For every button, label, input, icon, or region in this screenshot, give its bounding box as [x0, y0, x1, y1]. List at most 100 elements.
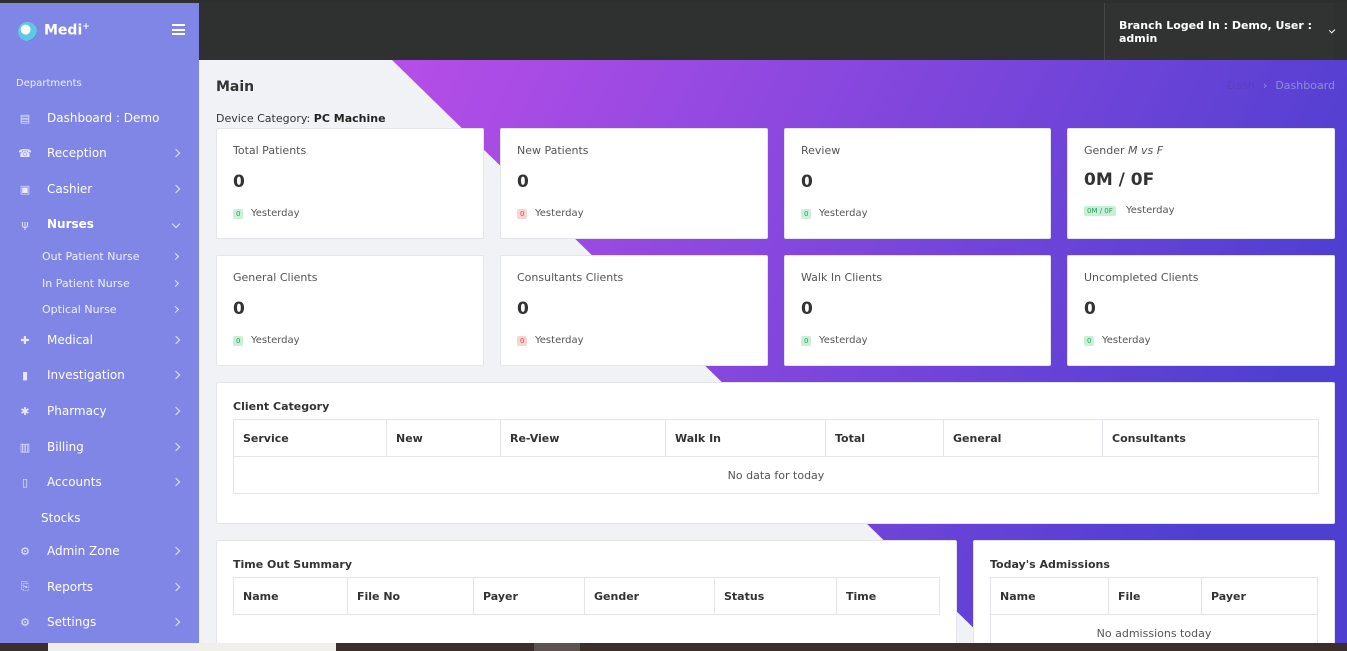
- sidebar-item-cashier[interactable]: ▣ Cashier: [0, 174, 199, 204]
- table-header-row: Name File Payer: [990, 577, 1318, 615]
- gear-icon: ⚙: [20, 544, 30, 558]
- sidebar-item-nurses[interactable]: ψ Nurses: [0, 209, 199, 239]
- sidebar-item-medical[interactable]: ✚ Medical: [0, 325, 199, 355]
- stat-card-gender: Gender M vs F 0M / 0F 0M / 0F Yesterday: [1067, 128, 1335, 239]
- cashier-icon: ▣: [19, 182, 31, 196]
- time-out-summary-title: Time Out Summary: [233, 558, 352, 571]
- column-header[interactable]: Walk In: [665, 419, 826, 457]
- top-bar: Branch Loged In : Demo, User : admin: [199, 3, 1347, 60]
- table-row: No admissions today: [990, 614, 1318, 643]
- breadcrumb-current: Dashboard: [1275, 79, 1335, 92]
- menu-toggle-icon[interactable]: [172, 24, 185, 35]
- client-category-title: Client Category: [233, 400, 330, 413]
- stat-badge: 0: [1084, 336, 1095, 346]
- sidebar: Medi+ Departments ▤ Dashboard : Demo ☎ R…: [0, 3, 199, 643]
- stat-card-walk-in-clients: Walk In Clients 0 0 Yesterday: [784, 255, 1051, 366]
- stat-value: 0: [1084, 299, 1096, 319]
- main-content: Main Dash › Dashboard Device Category: P…: [199, 60, 1347, 643]
- stat-card-total-patients: Total Patients 0 0 Yesterday: [216, 128, 484, 239]
- logo-bar: Medi+: [0, 3, 199, 60]
- breadcrumb: Dash › Dashboard: [1227, 79, 1335, 92]
- stat-card-consultants-clients: Consultants Clients 0 0 Yesterday: [500, 255, 768, 366]
- sidebar-item-stocks[interactable]: Stocks: [0, 503, 199, 533]
- chevron-right-icon: [171, 582, 181, 592]
- stat-card-uncompleted-clients: Uncompleted Clients 0 0 Yesterday: [1067, 255, 1335, 366]
- column-header[interactable]: File: [1108, 577, 1202, 615]
- column-header[interactable]: Service: [233, 419, 387, 457]
- chevron-right-icon: [171, 335, 181, 345]
- sidebar-subitem-out-patient-nurse[interactable]: Out Patient Nurse: [0, 245, 199, 267]
- stat-badge: 0: [517, 209, 528, 219]
- stat-value: 0: [517, 299, 529, 319]
- chevron-right-icon: [171, 279, 180, 287]
- stethoscope-icon: ψ: [21, 217, 29, 231]
- time-out-summary-table: Name File No Payer Gender Status Time: [233, 577, 940, 615]
- stat-badge: 0: [233, 209, 244, 219]
- chevron-down-icon: [1328, 26, 1336, 34]
- sidebar-item-admin-zone[interactable]: ⚙ Admin Zone: [0, 536, 199, 566]
- device-category: Device Category: PC Machine: [216, 112, 386, 125]
- todays-admissions-table: Name File Payer No admissions today: [990, 577, 1318, 643]
- sidebar-section-title: Departments: [16, 78, 82, 89]
- test-tube-icon: ▮: [21, 368, 29, 382]
- column-header[interactable]: New: [386, 419, 501, 457]
- empty-message: No admissions today: [990, 614, 1318, 643]
- column-header[interactable]: Name: [990, 577, 1109, 615]
- chevron-right-icon: [171, 442, 181, 452]
- column-header[interactable]: Gender: [584, 577, 715, 615]
- column-header[interactable]: File No: [347, 577, 474, 615]
- pharmacy-icon: ✱: [20, 404, 30, 418]
- sidebar-item-pharmacy[interactable]: ✱ Pharmacy: [0, 396, 199, 426]
- column-header[interactable]: Re-View: [500, 419, 666, 457]
- stat-badge: 0: [233, 336, 244, 346]
- column-header[interactable]: Payer: [1201, 577, 1318, 615]
- column-header[interactable]: Time: [836, 577, 940, 615]
- billing-icon: ▥: [19, 440, 31, 454]
- column-header[interactable]: General: [943, 419, 1103, 457]
- column-header[interactable]: Status: [714, 577, 837, 615]
- sidebar-item-reception[interactable]: ☎ Reception: [0, 138, 199, 168]
- stat-card-review: Review 0 0 Yesterday: [784, 128, 1051, 239]
- sidebar-item-investigation[interactable]: ▮ Investigation: [0, 360, 199, 390]
- column-header[interactable]: Consultants: [1102, 419, 1319, 457]
- stat-value: 0: [233, 172, 245, 192]
- client-category-table: Service New Re-View Walk In Total Genera…: [233, 419, 1319, 494]
- chevron-right-icon: [171, 477, 181, 487]
- column-header[interactable]: Payer: [473, 577, 585, 615]
- chevron-right-icon: [171, 617, 181, 627]
- table-row: No data for today: [233, 456, 1319, 494]
- todays-admissions-title: Today's Admissions: [990, 558, 1110, 571]
- breadcrumb-home[interactable]: Dash: [1227, 79, 1255, 92]
- page-title: Main: [216, 79, 255, 95]
- sidebar-subitem-optical-nurse[interactable]: Optical Nurse: [0, 298, 199, 320]
- table-header-row: Service New Re-View Walk In Total Genera…: [233, 419, 1319, 457]
- sidebar-subitem-in-patient-nurse[interactable]: In Patient Nurse: [0, 272, 199, 294]
- column-header[interactable]: Name: [233, 577, 348, 615]
- logo-icon: [18, 22, 37, 41]
- column-header[interactable]: Total: [825, 419, 944, 457]
- chevron-right-icon: [171, 370, 181, 380]
- stat-badge: 0: [517, 336, 528, 346]
- sidebar-item-accounts[interactable]: ▯ Accounts: [0, 467, 199, 497]
- chevron-right-icon: [171, 305, 180, 313]
- todays-admissions-panel: Today's Admissions Name File Payer No ad…: [973, 540, 1335, 643]
- stat-card-new-patients: New Patients 0 0 Yesterday: [500, 128, 768, 239]
- sidebar-item-reports[interactable]: ⎘ Reports: [0, 572, 199, 602]
- user-menu[interactable]: Branch Loged In : Demo, User : admin: [1104, 3, 1336, 60]
- stat-value: 0: [233, 299, 245, 319]
- table-header-row: Name File No Payer Gender Status Time: [233, 577, 940, 615]
- sidebar-item-dashboard[interactable]: ▤ Dashboard : Demo: [0, 103, 199, 133]
- app-name[interactable]: Medi+: [44, 22, 90, 39]
- chevron-right-icon: [171, 406, 181, 416]
- sidebar-item-settings[interactable]: ⚙ Settings: [0, 607, 199, 637]
- empty-message: No data for today: [233, 456, 1319, 494]
- client-category-panel: Client Category Service New Re-View Walk…: [216, 382, 1335, 524]
- chevron-right-icon: [171, 252, 180, 260]
- breadcrumb-separator-icon: ›: [1262, 79, 1268, 92]
- report-icon: ⎘: [20, 580, 30, 593]
- gear-icon: ⚙: [20, 615, 30, 629]
- chevron-right-icon: [171, 546, 181, 556]
- stat-card-general-clients: General Clients 0 0 Yesterday: [216, 255, 484, 366]
- sidebar-item-billing[interactable]: ▥ Billing: [0, 432, 199, 462]
- reception-icon: ☎: [18, 146, 32, 160]
